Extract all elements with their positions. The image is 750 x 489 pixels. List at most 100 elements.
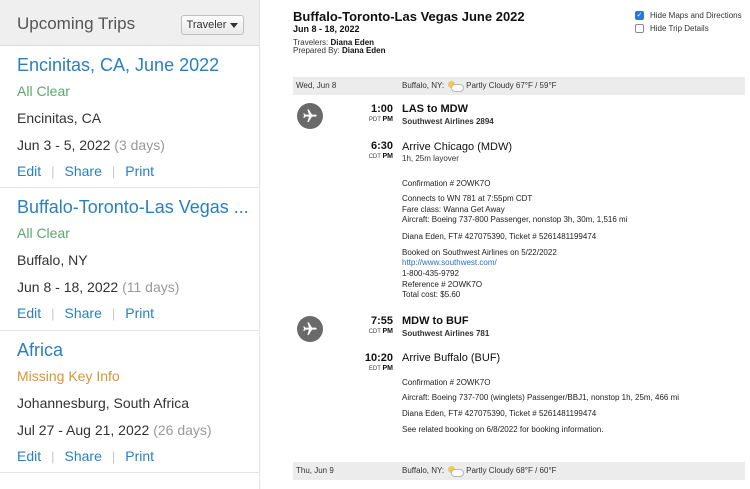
fare-class: Fare class: Wanna Get Away xyxy=(402,205,505,214)
edit-link[interactable]: Edit xyxy=(17,305,41,321)
trip-card: Africa Missing Key Info Johannesburg, So… xyxy=(0,331,259,473)
departure-time: 1:00 xyxy=(370,103,393,115)
traveler-button-label: Traveler xyxy=(186,19,227,31)
day-header: Wed, Jun 8 Buffalo, NY: Partly Cloudy 67… xyxy=(293,77,745,95)
total-cost: Total cost: $5.60 xyxy=(402,290,461,299)
arrival-time: 10:20 xyxy=(364,352,393,364)
hide-maps-option[interactable]: ✓ Hide Maps and Directions xyxy=(635,11,742,20)
weather-location: Buffalo, NY: xyxy=(402,466,445,475)
action-separator: | xyxy=(51,163,55,179)
sidebar-header: Upcoming Trips Traveler xyxy=(0,0,259,46)
trip-date-range: Jun 8 - 18, 2022 xyxy=(17,279,119,295)
am-pm: PM xyxy=(382,153,394,160)
weather-location: Buffalo, NY: xyxy=(402,81,445,90)
layover-info: 1h, 25m layover xyxy=(402,154,459,163)
edit-link[interactable]: Edit xyxy=(17,163,41,179)
am-pm: PM xyxy=(382,365,394,372)
trip-dates: Jun 3 - 5, 2022 (3 days) xyxy=(17,137,165,153)
day-weather: Buffalo, NY: Partly Cloudy 67°F / 59°F xyxy=(402,81,557,92)
hide-maps-checkbox[interactable]: ✓ xyxy=(635,11,644,20)
prepared-by-value: Diana Eden xyxy=(341,46,386,55)
partly-cloudy-icon xyxy=(448,81,465,92)
trip-date-range: Jul 27 - Aug 21, 2022 xyxy=(17,422,150,438)
weather-forecast: Partly Cloudy 67°F / 59°F xyxy=(466,81,557,90)
airline-website-link[interactable]: http://www.southwest.com/ xyxy=(402,258,497,267)
trip-location: Johannesburg, South Africa xyxy=(17,395,190,411)
trip-location: Buffalo, NY xyxy=(17,252,88,268)
trip-dates: Jul 27 - Aug 21, 2022 (26 days) xyxy=(17,422,212,438)
arrival-timezone: EDT PM xyxy=(349,365,393,372)
arrival-timezone: CDT PM xyxy=(349,153,393,160)
airplane-icon xyxy=(297,316,323,342)
action-separator: | xyxy=(111,305,116,321)
booking-info: Booked on Southwest Airlines on 5/22/202… xyxy=(402,248,557,257)
airline-phone: 1-800-435-9792 xyxy=(402,269,459,278)
hide-details-label: Hide Trip Details xyxy=(650,24,709,33)
partly-cloudy-icon xyxy=(448,466,465,477)
am-pm: PM xyxy=(382,116,394,123)
trip-duration: (11 days) xyxy=(122,279,180,295)
flight-airline: Southwest Airlines 2894 xyxy=(402,117,494,126)
trip-location: Encinitas, CA xyxy=(17,110,102,126)
itinerary-title: Buffalo-Toronto-Las Vegas June 2022 xyxy=(293,9,525,24)
tz-code: CDT xyxy=(368,154,381,160)
tz-code: EDT xyxy=(368,366,381,372)
trip-name-link[interactable]: Encinitas, CA, June 2022 xyxy=(17,55,219,76)
flight-route[interactable]: MDW to BUF xyxy=(402,315,469,327)
departure-timezone: PDT PM xyxy=(349,116,393,123)
print-link[interactable]: Print xyxy=(125,448,154,464)
action-separator: | xyxy=(111,448,116,464)
departure-time: 7:55 xyxy=(370,315,393,327)
arrival-title: Arrive Buffalo (BUF) xyxy=(402,352,501,364)
share-link[interactable]: Share xyxy=(65,448,102,464)
flight-route[interactable]: LAS to MDW xyxy=(402,103,468,115)
day-weather: Buffalo, NY: Partly Cloudy 68°F / 60°F xyxy=(402,466,557,477)
related-booking-note: See related booking on 6/8/2022 for book… xyxy=(402,425,604,434)
upcoming-trips-sidebar: Upcoming Trips Traveler Encinitas, CA, J… xyxy=(0,0,260,489)
hide-maps-label: Hide Maps and Directions xyxy=(650,11,742,20)
itinerary-panel: Buffalo-Toronto-Las Vegas June 2022 Jun … xyxy=(287,0,750,489)
trip-card: Buffalo-Toronto-Las Vegas ... All Clear … xyxy=(0,188,259,331)
am-pm: PM xyxy=(382,328,394,335)
day-header: Thu, Jun 9 Buffalo, NY: Partly Cloudy 68… xyxy=(293,462,745,480)
trip-status: Missing Key Info xyxy=(17,368,120,384)
confirmation-number: Confirmation # 2OWK7O xyxy=(402,378,491,387)
hide-details-option[interactable]: Hide Trip Details xyxy=(635,24,709,33)
trip-duration: (26 days) xyxy=(153,422,212,438)
trip-actions: Edit | Share | Print xyxy=(17,448,154,464)
trip-date-range: Jun 3 - 5, 2022 xyxy=(17,137,111,153)
print-link[interactable]: Print xyxy=(125,305,154,321)
booking-reference: Reference # 2OWK7O xyxy=(402,280,483,289)
trip-duration: (3 days) xyxy=(114,137,165,153)
trip-status: All Clear xyxy=(17,83,70,99)
trip-name-link[interactable]: Buffalo-Toronto-Las Vegas ... xyxy=(17,197,249,218)
share-link[interactable]: Share xyxy=(65,305,102,321)
aircraft-info: Aircraft: Boeing 737-800 Passenger, nons… xyxy=(402,215,628,224)
arrival-time: 6:30 xyxy=(370,140,393,152)
sidebar-title: Upcoming Trips xyxy=(17,14,136,33)
prepared-by-line: Prepared By: Diana Eden xyxy=(293,46,386,55)
hide-details-checkbox[interactable] xyxy=(635,24,644,33)
traveler-dropdown-button[interactable]: Traveler xyxy=(181,15,244,35)
trip-card: Encinitas, CA, June 2022 All Clear Encin… xyxy=(0,46,259,188)
edit-link[interactable]: Edit xyxy=(17,448,41,464)
tz-code: PDT xyxy=(368,117,381,123)
flight-airline: Southwest Airlines 781 xyxy=(402,329,490,338)
airplane-icon xyxy=(297,103,323,129)
share-link[interactable]: Share xyxy=(65,163,102,179)
trip-status: All Clear xyxy=(17,225,70,241)
trip-name-link[interactable]: Africa xyxy=(17,340,63,361)
departure-timezone: CDT PM xyxy=(349,328,393,335)
trip-actions: Edit | Share | Print xyxy=(17,163,154,179)
weather-forecast: Partly Cloudy 68°F / 60°F xyxy=(466,466,557,475)
arrival-title: Arrive Chicago (MDW) xyxy=(402,141,513,153)
confirmation-number: Confirmation # 2OWK7O xyxy=(402,179,491,188)
aircraft-info: Aircraft: Boeing 737-700 (winglets) Pass… xyxy=(402,393,680,402)
trip-dates: Jun 8 - 18, 2022 (11 days) xyxy=(17,279,179,295)
passenger-info: Diana Eden, FT# 427075390, Ticket # 5261… xyxy=(402,409,597,418)
caret-down-icon xyxy=(230,22,239,28)
itinerary-dates: Jun 8 - 18, 2022 xyxy=(293,24,360,34)
prepared-by-label: Prepared By: xyxy=(293,46,340,55)
day-label: Wed, Jun 8 xyxy=(296,81,337,90)
print-link[interactable]: Print xyxy=(125,163,154,179)
